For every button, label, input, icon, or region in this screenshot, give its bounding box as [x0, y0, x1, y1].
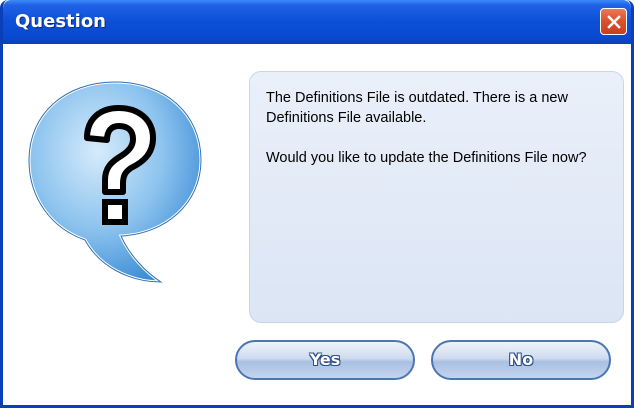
message-text-outdated: The Definitions File is outdated. There …: [266, 90, 568, 126]
question-dialog: Question The Definitions File is outdate…: [0, 0, 634, 408]
close-button[interactable]: [600, 8, 627, 35]
dialog-content: The Definitions File is outdated. There …: [3, 44, 631, 405]
question-bubble-icon: [25, 76, 205, 301]
close-icon: [607, 15, 621, 29]
yes-button[interactable]: Yes: [235, 340, 415, 380]
title-bar[interactable]: Question: [3, 0, 631, 44]
message-text-update-question: Would you like to update the Definitions…: [266, 150, 587, 166]
no-button[interactable]: No: [431, 340, 611, 380]
message-panel: The Definitions File is outdated. There …: [249, 71, 624, 323]
window-title: Question: [15, 11, 106, 32]
